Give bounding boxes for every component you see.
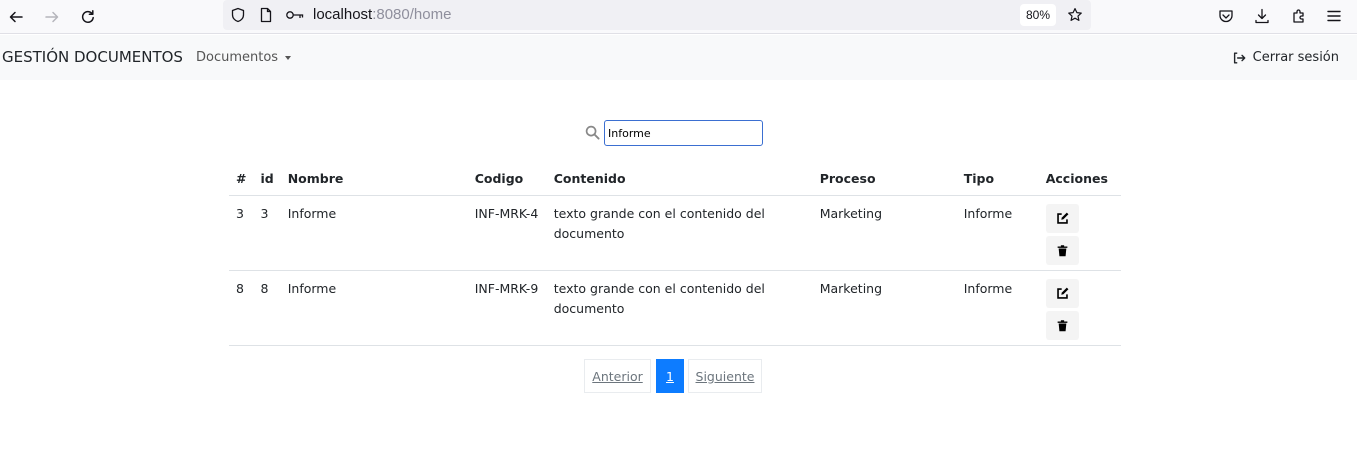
trash-icon xyxy=(1057,319,1068,331)
table-row: 3 3 Informe INF-MRK-4 texto grande con e… xyxy=(229,195,1121,271)
cell-contenido: texto grande con el contenido del docume… xyxy=(546,195,813,271)
back-arrow-icon[interactable] xyxy=(3,4,29,30)
documents-dropdown-label: Documentos xyxy=(196,50,279,65)
table-header-row: # id Nombre Codigo Contenido Proceso Tip… xyxy=(229,163,1121,196)
star-icon[interactable] xyxy=(1066,6,1084,24)
cell-num: 3 xyxy=(229,195,254,271)
logout-label: Cerrar sesión xyxy=(1252,50,1339,65)
pagination: Anterior 1 Siguiente xyxy=(584,359,762,393)
logout-button[interactable]: Cerrar sesión xyxy=(1232,50,1339,65)
edit-button[interactable] xyxy=(1045,278,1079,308)
cell-codigo: INF-MRK-4 xyxy=(467,195,547,271)
delete-button[interactable] xyxy=(1045,235,1079,265)
url-text[interactable]: localhost:8080/home xyxy=(313,6,451,23)
app-navbar: GESTIÓN DOCUMENTOS Documentos Cerrar ses… xyxy=(0,35,1357,80)
edit-icon xyxy=(1056,287,1069,299)
cell-nombre: Informe xyxy=(280,270,468,346)
cell-proceso: Marketing xyxy=(812,195,957,271)
reload-icon[interactable] xyxy=(75,4,101,30)
header-nombre: Nombre xyxy=(280,163,468,196)
search-input[interactable] xyxy=(604,120,763,146)
cell-acciones xyxy=(1038,195,1121,271)
cell-id: 3 xyxy=(253,195,281,271)
cell-id: 8 xyxy=(253,270,281,346)
pocket-icon[interactable] xyxy=(1214,4,1238,28)
cell-acciones xyxy=(1038,270,1121,346)
pagination-page-1[interactable]: 1 xyxy=(656,359,684,393)
cell-nombre: Informe xyxy=(280,195,468,271)
pagination-next[interactable]: Siguiente xyxy=(688,359,762,393)
header-tipo: Tipo xyxy=(956,163,1039,196)
header-id: id xyxy=(253,163,281,196)
pagination-prev[interactable]: Anterior xyxy=(584,359,651,393)
browser-toolbar: localhost:8080/home 80% xyxy=(0,0,1357,34)
cell-num: 8 xyxy=(229,270,254,346)
forward-arrow-icon[interactable] xyxy=(39,4,65,30)
url-host: localhost xyxy=(313,6,373,23)
edit-button[interactable] xyxy=(1045,203,1079,233)
documents-table: # id Nombre Codigo Contenido Proceso Tip… xyxy=(229,163,1121,346)
shield-icon[interactable] xyxy=(229,6,247,24)
url-path: :8080/home xyxy=(372,6,452,23)
cell-codigo: INF-MRK-9 xyxy=(467,270,547,346)
zoom-level-badge[interactable]: 80% xyxy=(1020,4,1057,26)
header-num: # xyxy=(229,163,254,196)
edit-icon xyxy=(1056,212,1069,224)
documents-dropdown[interactable]: Documentos xyxy=(196,50,292,65)
cell-contenido: texto grande con el contenido del docume… xyxy=(546,270,813,346)
chevron-down-icon xyxy=(285,55,292,60)
header-proceso: Proceso xyxy=(812,163,957,196)
brand-title[interactable]: GESTIÓN DOCUMENTOS xyxy=(2,48,183,66)
extensions-icon[interactable] xyxy=(1287,4,1311,28)
page-icon xyxy=(257,6,275,24)
url-bar[interactable]: localhost:8080/home 80% xyxy=(223,0,1091,30)
key-icon[interactable] xyxy=(284,6,306,24)
cell-proceso: Marketing xyxy=(812,270,957,346)
header-codigo: Codigo xyxy=(467,163,547,196)
cell-tipo: Informe xyxy=(956,270,1039,346)
header-acciones: Acciones xyxy=(1038,163,1121,196)
hamburger-menu-icon[interactable] xyxy=(1322,4,1346,28)
delete-button[interactable] xyxy=(1045,310,1079,340)
trash-icon xyxy=(1057,244,1068,256)
download-icon[interactable] xyxy=(1250,4,1274,28)
table-row: 8 8 Informe INF-MRK-9 texto grande con e… xyxy=(229,270,1121,346)
logout-icon xyxy=(1233,51,1246,64)
search-icon xyxy=(585,125,600,140)
cell-tipo: Informe xyxy=(956,195,1039,271)
header-contenido: Contenido xyxy=(546,163,813,196)
